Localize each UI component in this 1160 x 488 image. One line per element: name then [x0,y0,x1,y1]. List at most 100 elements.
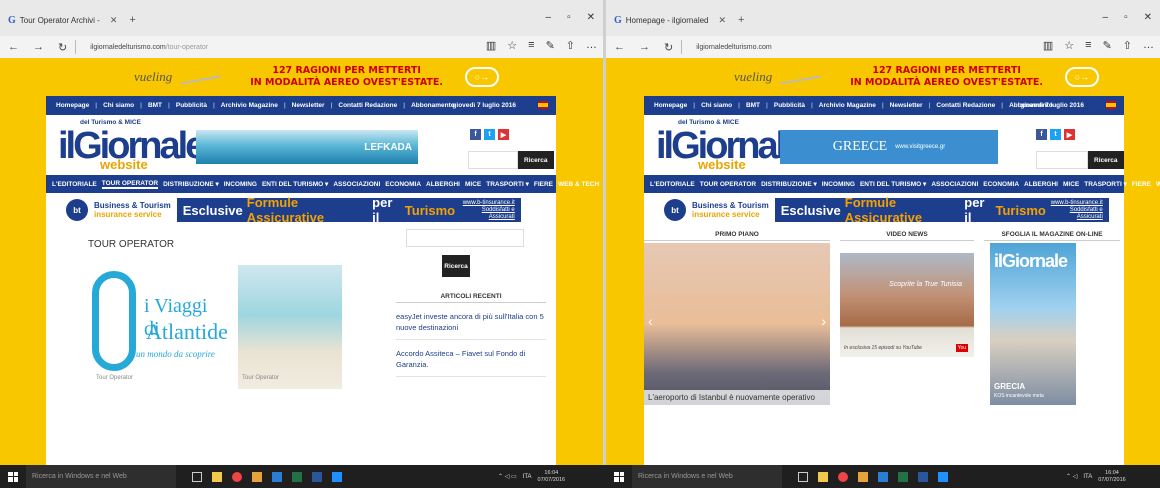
url-field[interactable]: ilgiornaledelturismo.com [696,44,771,51]
nav-associazioni[interactable]: ASSOCIAZIONI [333,181,380,188]
task-view-icon[interactable] [798,471,808,482]
search-input[interactable] [1036,151,1088,169]
topnav-newsletter[interactable]: Newsletter [292,102,325,109]
minimize-icon[interactable]: – [1103,12,1109,23]
photos-icon[interactable] [252,471,262,482]
new-tab-icon[interactable]: + [738,14,744,26]
share-icon[interactable]: ⇧ [1123,39,1132,52]
maximize-icon[interactable]: ▫ [567,12,571,23]
close-tab-icon[interactable]: ✕ [719,15,727,26]
topnav-archivio[interactable]: Archivio Magazine [221,102,278,109]
topnav-contatti[interactable]: Contatti Redazione [936,102,995,109]
reading-view-icon[interactable]: ▥ [1043,39,1053,52]
nav-economia[interactable]: ECONOMIA [385,181,421,188]
word-icon[interactable] [312,471,322,482]
twitter-icon[interactable]: t [484,129,495,140]
sidebar-search-button[interactable]: Ricerca [442,255,470,277]
featured-article-image[interactable]: ‹ › L'aeroporto di Istanbul è nuovamente… [644,243,830,405]
nav-incoming[interactable]: INCOMING [224,181,257,188]
hub-icon[interactable]: ≡ [528,39,534,52]
tray-icons[interactable]: ⌃ ◁ ▭ [498,473,517,480]
forward-icon[interactable]: → [639,41,650,53]
back-icon[interactable]: ← [8,41,19,53]
close-window-icon[interactable]: ✕ [1144,12,1152,23]
clock[interactable]: 16:04 07/07/2016 [1098,470,1126,484]
nav-trasporti[interactable]: TRASPORTI ▾ [486,180,529,188]
nav-fiere[interactable]: FIERE [1132,181,1151,188]
taskbar-search[interactable]: Ricerca in Windows e nel Web [632,465,782,488]
language-indicator[interactable]: ITA [1083,474,1092,480]
search-input[interactable] [468,151,518,169]
facebook-icon[interactable]: f [1036,129,1047,140]
nav-distribuzione[interactable]: DISTRIBUZIONE ▾ [163,180,219,188]
new-tab-icon[interactable]: + [129,14,135,26]
nav-trasporti[interactable]: TRASPORTI ▾ [1084,180,1127,188]
spain-flag-icon[interactable] [1106,101,1116,109]
lefkada-ad[interactable]: LEFKADA [196,130,418,164]
magazine-cover[interactable]: ilGiornale GRECIA KOS incantevole meta [990,243,1076,405]
chrome-icon[interactable] [232,471,242,482]
topnav-contatti[interactable]: Contatti Redazione [338,102,397,109]
forward-icon[interactable]: → [33,41,44,53]
edge-icon[interactable] [938,471,948,482]
favorite-star-icon[interactable]: ☆ [1064,39,1074,52]
close-window-icon[interactable]: ✕ [587,12,595,23]
twitter-icon[interactable]: t [1050,129,1061,140]
search-button[interactable]: Ricerca [1088,151,1124,169]
refresh-icon[interactable]: ↻ [664,41,673,54]
topnav-chi-siamo[interactable]: Chi siamo [103,102,134,109]
word-icon[interactable] [918,471,928,482]
nav-tour-operator[interactable]: TOUR OPERATOR [101,180,159,189]
task-view-icon[interactable] [192,471,202,482]
greece-ad[interactable]: GREECE www.visitgreece.gr [780,130,998,164]
edge-icon[interactable] [332,471,342,482]
nav-associazioni[interactable]: ASSOCIAZIONI [931,181,978,188]
maximize-icon[interactable]: ▫ [1124,12,1128,23]
clock[interactable]: 16:04 07/07/2016 [538,470,566,484]
airplane-mode-icon[interactable]: ○→ [1065,67,1100,87]
refresh-icon[interactable]: ↻ [58,41,67,54]
category-tag[interactable]: Tour Operator [242,375,279,381]
web-note-icon[interactable]: ✎ [546,39,555,52]
excel-icon[interactable] [292,471,302,482]
topnav-pubblicita[interactable]: Pubblicità [176,102,207,109]
nav-editoriale[interactable]: L'EDITORIALE [650,181,695,188]
uk-flag-icon[interactable] [1094,101,1104,109]
recent-article-link[interactable]: easyJet investe ancora di più sull'Itali… [396,311,546,340]
featured-headline[interactable]: L'aeroporto di Istanbul è nuovamente ope… [644,390,830,405]
recent-article-link[interactable]: Accordo Assiteca – Fiavet sul Fondo di G… [396,348,546,377]
excel-icon[interactable] [898,471,908,482]
topnav-newsletter[interactable]: Newsletter [890,102,923,109]
category-tag[interactable]: Tour Operator [96,375,133,381]
file-explorer-icon[interactable] [212,471,222,482]
nav-editoriale[interactable]: L'EDITORIALE [52,181,97,188]
favorite-star-icon[interactable]: ☆ [507,39,517,52]
facebook-icon[interactable]: f [470,129,481,140]
browser-tab[interactable]: G Tour Operator Archivi - ✕ + [8,9,136,31]
sidebar-search-input[interactable] [406,229,524,247]
outlook-icon[interactable] [878,471,888,482]
nav-mice[interactable]: MICE [465,181,481,188]
tray-icons[interactable]: ⌃ ◁ [1066,473,1077,480]
topnav-bmt[interactable]: BMT [746,102,760,109]
nav-fiere[interactable]: FIERE [534,181,553,188]
reading-view-icon[interactable]: ▥ [486,39,496,52]
next-slide-icon[interactable]: › [821,313,826,329]
nav-web-tech[interactable]: WEB & TECH [558,181,599,188]
topnav-homepage[interactable]: Homepage [654,102,687,109]
nav-web-tech[interactable]: WEB & TECH [1156,181,1160,188]
nav-alberghi[interactable]: ALBERGHI [1024,181,1058,188]
hub-icon[interactable]: ≡ [1085,39,1091,52]
topnav-homepage[interactable]: Homepage [56,102,89,109]
topnav-bmt[interactable]: BMT [148,102,162,109]
nav-mice[interactable]: MICE [1063,181,1079,188]
back-icon[interactable]: ← [614,41,625,53]
spain-flag-icon[interactable] [538,101,548,109]
nav-enti[interactable]: ENTI DEL TURISMO ▾ [860,180,926,188]
topnav-pubblicita[interactable]: Pubblicità [774,102,805,109]
prev-slide-icon[interactable]: ‹ [648,313,653,329]
browser-tab[interactable]: G Homepage - ilgiornaled ✕ + [614,9,744,31]
beach-image[interactable] [238,265,342,389]
more-icon[interactable]: … [586,39,597,52]
topnav-chi-siamo[interactable]: Chi siamo [701,102,732,109]
